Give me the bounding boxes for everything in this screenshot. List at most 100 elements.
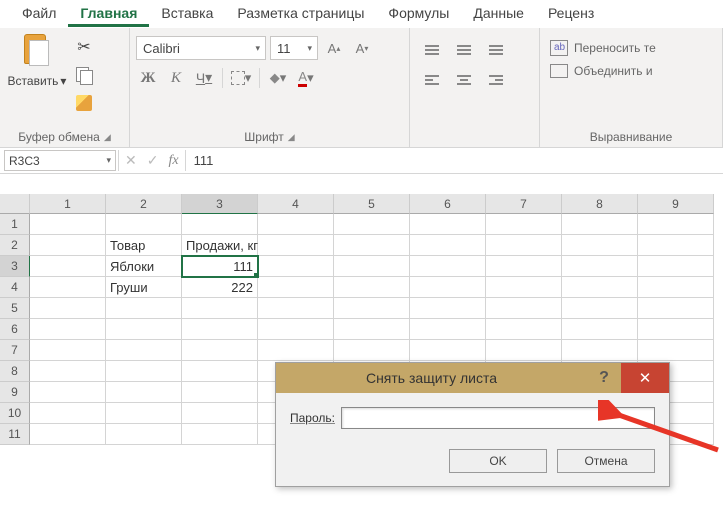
cell[interactable] [30, 298, 106, 319]
cell[interactable] [410, 277, 486, 298]
cell[interactable] [30, 403, 106, 424]
font-name-combo[interactable]: Calibri▾ [136, 36, 266, 60]
cell[interactable] [562, 340, 638, 361]
cell[interactable] [334, 277, 410, 298]
cell[interactable] [106, 298, 182, 319]
dialog-help-button[interactable]: ? [587, 369, 621, 387]
underline-button[interactable]: Ч▾ [192, 66, 216, 90]
align-center-button[interactable] [452, 68, 476, 92]
cell[interactable]: Продажи, кг [182, 235, 258, 256]
cell[interactable] [486, 340, 562, 361]
cell[interactable] [334, 298, 410, 319]
cell[interactable] [562, 298, 638, 319]
cell[interactable] [106, 403, 182, 424]
cell[interactable] [486, 256, 562, 277]
cell[interactable]: 222 [182, 277, 258, 298]
cell[interactable] [334, 319, 410, 340]
col-header[interactable]: 3 [182, 194, 258, 214]
cell[interactable] [258, 340, 334, 361]
cell[interactable] [182, 361, 258, 382]
font-color-button[interactable]: A▾ [294, 66, 318, 90]
cell[interactable] [30, 277, 106, 298]
cell[interactable] [486, 319, 562, 340]
cell[interactable] [562, 319, 638, 340]
cell[interactable] [410, 340, 486, 361]
cancel-formula-button[interactable]: ✕ [125, 152, 137, 169]
cell[interactable]: Груши [106, 277, 182, 298]
cell[interactable] [30, 361, 106, 382]
tab-review[interactable]: Реценз [536, 1, 606, 27]
wrap-text-button[interactable]: ab Переносить те [548, 36, 714, 60]
row-header[interactable]: 8 [0, 361, 30, 382]
paste-button[interactable]: Вставить▾ [6, 32, 68, 128]
align-left-button[interactable] [420, 68, 444, 92]
copy-button[interactable] [72, 64, 96, 86]
cell[interactable] [182, 340, 258, 361]
italic-button[interactable]: К [164, 66, 188, 90]
bold-button[interactable]: Ж [136, 66, 160, 90]
row-header[interactable]: 1 [0, 214, 30, 235]
cell[interactable] [258, 319, 334, 340]
cell[interactable] [410, 319, 486, 340]
col-header[interactable]: 4 [258, 194, 334, 214]
dialog-launcher-icon[interactable]: ◢ [104, 132, 111, 143]
cell[interactable] [410, 235, 486, 256]
col-header[interactable]: 8 [562, 194, 638, 214]
cell[interactable] [182, 403, 258, 424]
row-header[interactable]: 11 [0, 424, 30, 445]
shrink-font-button[interactable]: A▾ [350, 36, 374, 60]
cell[interactable] [638, 298, 714, 319]
row-header[interactable]: 3 [0, 256, 30, 277]
cell[interactable] [106, 214, 182, 235]
dialog-launcher-icon[interactable]: ◢ [288, 132, 295, 143]
cell[interactable] [106, 424, 182, 445]
cell[interactable] [334, 256, 410, 277]
cell[interactable] [182, 214, 258, 235]
cell[interactable] [410, 298, 486, 319]
cell[interactable] [334, 340, 410, 361]
cell[interactable] [486, 235, 562, 256]
cell[interactable] [638, 214, 714, 235]
cell[interactable] [410, 214, 486, 235]
align-right-button[interactable] [484, 68, 508, 92]
cell[interactable] [562, 214, 638, 235]
cell[interactable] [182, 424, 258, 445]
font-size-combo[interactable]: 11▾ [270, 36, 318, 60]
row-header[interactable]: 2 [0, 235, 30, 256]
cell[interactable] [638, 340, 714, 361]
cell[interactable] [106, 340, 182, 361]
cell[interactable] [30, 256, 106, 277]
align-bottom-button[interactable] [484, 38, 508, 62]
row-header[interactable]: 4 [0, 277, 30, 298]
grow-font-button[interactable]: A▴ [322, 36, 346, 60]
align-top-button[interactable] [420, 38, 444, 62]
cell[interactable] [410, 256, 486, 277]
cancel-button[interactable]: Отмена [557, 449, 655, 473]
cell[interactable] [258, 277, 334, 298]
row-header[interactable]: 6 [0, 319, 30, 340]
tab-insert[interactable]: Вставка [149, 1, 225, 27]
name-box[interactable]: R3C3▾ [4, 150, 116, 171]
col-header[interactable]: 5 [334, 194, 410, 214]
col-header[interactable]: 6 [410, 194, 486, 214]
cell[interactable] [182, 382, 258, 403]
cell[interactable] [486, 277, 562, 298]
cell[interactable] [30, 340, 106, 361]
cell[interactable] [258, 298, 334, 319]
borders-button[interactable]: ▾ [229, 66, 253, 90]
formula-input[interactable]: 111 [186, 148, 723, 173]
ok-button[interactable]: OK [449, 449, 547, 473]
tab-formulas[interactable]: Формулы [376, 1, 461, 27]
cell-active[interactable]: 111 [182, 256, 258, 277]
row-header[interactable]: 7 [0, 340, 30, 361]
cell[interactable] [30, 424, 106, 445]
row-header[interactable]: 9 [0, 382, 30, 403]
merge-button[interactable]: Объединить и [548, 60, 714, 82]
cell[interactable] [258, 235, 334, 256]
cell[interactable]: Товар [106, 235, 182, 256]
row-header[interactable]: 10 [0, 403, 30, 424]
select-all-corner[interactable] [0, 194, 30, 214]
cell[interactable] [258, 256, 334, 277]
cell[interactable] [258, 214, 334, 235]
format-painter-button[interactable] [72, 92, 96, 114]
